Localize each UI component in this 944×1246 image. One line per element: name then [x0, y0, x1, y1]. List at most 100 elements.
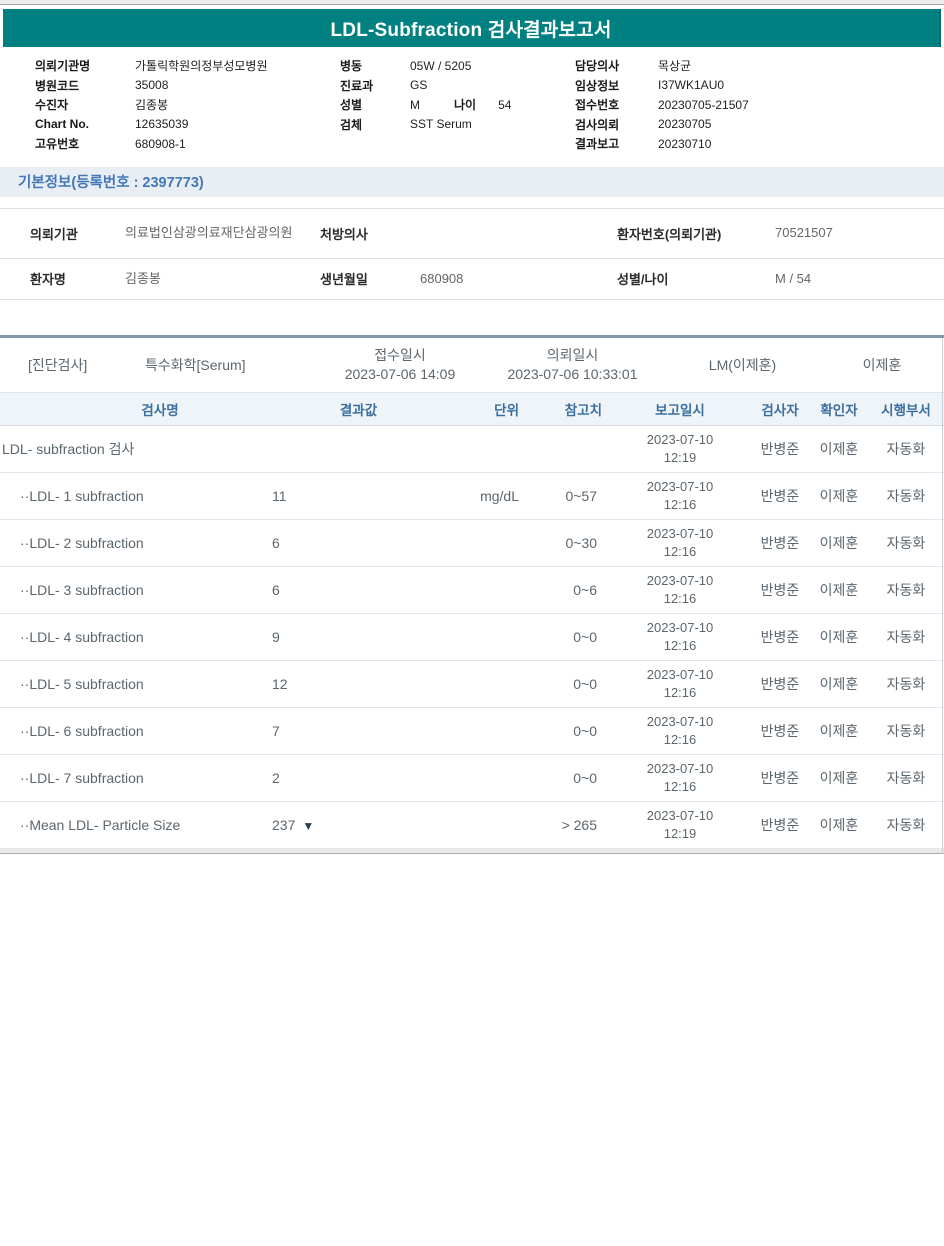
request-datetime: 의뢰일시 2023-07-06 10:33:01	[480, 346, 665, 384]
receipt-datetime-label: 접수일시	[320, 346, 480, 365]
field-value: SST Serum	[410, 117, 575, 131]
test-name-cell: ··LDL- 5 subfraction	[0, 676, 262, 692]
results-table-body: LDL- subfraction 검사 2023-07-10 12:19 반병준…	[0, 426, 944, 849]
report-date: 2023-07-10	[610, 666, 750, 684]
field-value: 목상균	[658, 57, 944, 74]
tester-cell: 반병준	[750, 815, 810, 835]
test-name-cell: ··LDL- 7 subfraction	[0, 770, 262, 786]
test-name-cell: ··LDL- 4 subfraction	[0, 629, 262, 645]
patient-info-table: 의뢰기관의료법인삼광의료재단삼광의원처방의사환자번호(의뢰기관)70521507…	[0, 208, 944, 300]
result-value-cell: 237▼	[262, 817, 455, 833]
field-label: 접수번호	[575, 96, 658, 113]
report-time: 12:16	[610, 731, 750, 749]
field-label: 수진자	[35, 96, 135, 113]
department-cell: 자동화	[868, 721, 944, 741]
field-label: 진료과	[340, 77, 410, 94]
report-date: 2023-07-10	[610, 619, 750, 637]
results-table-header: 검사명결과값단위참고치보고일시검사자확인자시행부서	[0, 393, 944, 426]
field-value: 680908-1	[135, 137, 340, 151]
low-flag-triangle-icon: ▼	[302, 819, 314, 833]
report-time: 12:19	[610, 825, 750, 843]
field-value: 20230705	[658, 117, 944, 131]
column-header: 확인자	[810, 399, 868, 419]
report-datetime-cell: 2023-07-10 12:16	[610, 572, 750, 608]
table-row: ··LDL- 2 subfraction 6 0~30 2023-07-10 1…	[0, 520, 944, 567]
field-label: 병원코드	[35, 77, 135, 94]
tester-cell: 반병준	[750, 674, 810, 694]
test-name-cell: ··LDL- 3 subfraction	[0, 582, 262, 598]
test-name-cell: ··LDL- 2 subfraction	[0, 535, 262, 551]
field-label: 환자번호(의뢰기관)	[617, 224, 775, 243]
confirmer-cell: 이제훈	[810, 721, 868, 741]
result-value-cell: 6	[262, 582, 455, 598]
test-name-cell: ··LDL- 6 subfraction	[0, 723, 262, 739]
table-row: LDL- subfraction 검사 2023-07-10 12:19 반병준…	[0, 426, 944, 473]
report-date: 2023-07-10	[610, 807, 750, 825]
field-label: 검사의뢰	[575, 116, 658, 133]
basic-info-label: 기본정보(등록번호 : 2397773)	[18, 171, 204, 192]
header-info-row: 고유번호 680908-1 결과보고 20230710	[35, 134, 944, 154]
report-date: 2023-07-10	[610, 713, 750, 731]
report-time: 12:16	[610, 684, 750, 702]
column-header: 단위	[455, 399, 525, 419]
table-row: ··LDL- 5 subfraction 12 0~0 2023-07-10 1…	[0, 661, 944, 708]
field-value: 20230705-21507	[658, 98, 944, 112]
header-info-row: Chart No. 12635039 검체 SST Serum 검사의뢰 202…	[35, 115, 944, 135]
field-label: 나이	[454, 98, 476, 112]
field-value: 05W / 5205	[410, 59, 575, 73]
confirmer-cell: 이제훈	[810, 627, 868, 647]
result-value-cell: 7	[262, 723, 455, 739]
field-label: 검체	[340, 116, 410, 133]
report-datetime-cell: 2023-07-10 12:19	[610, 807, 750, 843]
department-cell: 자동화	[868, 533, 944, 553]
field-value: 35008	[135, 78, 340, 92]
field-label: 성별	[340, 96, 410, 113]
field-value: 가톨릭학원의정부성모병원	[135, 57, 340, 74]
field-value: M나이54	[410, 96, 575, 113]
report-date: 2023-07-10	[610, 760, 750, 778]
report-title: LDL-Subfraction 검사결과보고서	[330, 15, 611, 42]
header-info-grid: 의뢰기관명 가톨릭학원의정부성모병원 병동 05W / 5205 담당의사 목상…	[0, 56, 944, 154]
field-value	[410, 137, 575, 151]
field-value: 김종봉	[125, 270, 320, 288]
column-header: 시행부서	[868, 399, 944, 419]
field-value: 20230710	[658, 137, 944, 151]
field-value: GS	[410, 78, 575, 92]
report-time: 12:16	[610, 590, 750, 608]
result-value-cell: 9	[262, 629, 455, 645]
report-datetime-cell: 2023-07-10 12:16	[610, 666, 750, 702]
field-value: 김종봉	[135, 96, 340, 113]
report-datetime-cell: 2023-07-10 12:16	[610, 713, 750, 749]
field-label: Chart No.	[35, 117, 135, 131]
report-date: 2023-07-10	[610, 431, 750, 449]
column-header: 결과값	[262, 399, 455, 419]
report-datetime-cell: 2023-07-10 12:16	[610, 760, 750, 796]
test-name-cell: LDL- subfraction 검사	[0, 439, 262, 459]
confirmer-cell: 이제훈	[810, 533, 868, 553]
field-value: 680908	[420, 270, 617, 288]
result-value-cell: 2	[262, 770, 455, 786]
department-cell: 자동화	[868, 439, 944, 459]
receipt-datetime-value: 2023-07-06 14:09	[320, 365, 480, 384]
window-top-strip	[0, 0, 944, 5]
confirmer-cell: 이제훈	[810, 815, 868, 835]
tester-cell: 반병준	[750, 439, 810, 459]
unit-cell: mg/dL	[455, 488, 525, 504]
table-row: ··Mean LDL- Particle Size 237▼ > 265 202…	[0, 802, 944, 849]
result-value-cell	[262, 441, 455, 457]
tester-cell: 반병준	[750, 580, 810, 600]
department-cell: 자동화	[868, 580, 944, 600]
confirmer-cell: 이제훈	[810, 486, 868, 506]
field-label: 의뢰기관	[30, 224, 125, 243]
column-header: 보고일시	[610, 399, 750, 419]
result-value-cell: 12	[262, 676, 455, 692]
receipt-datetime: 접수일시 2023-07-06 14:09	[320, 346, 480, 384]
result-value-cell: 11	[262, 488, 455, 504]
report-datetime-cell: 2023-07-10 12:19	[610, 431, 750, 467]
field-label: 고유번호	[35, 135, 135, 152]
reference-range-cell: 0~30	[525, 535, 610, 551]
header-info-row: 의뢰기관명 가톨릭학원의정부성모병원 병동 05W / 5205 담당의사 목상…	[35, 56, 944, 76]
field-label: 처방의사	[320, 224, 420, 243]
result-value-cell: 6	[262, 535, 455, 551]
report-time: 12:16	[610, 778, 750, 796]
